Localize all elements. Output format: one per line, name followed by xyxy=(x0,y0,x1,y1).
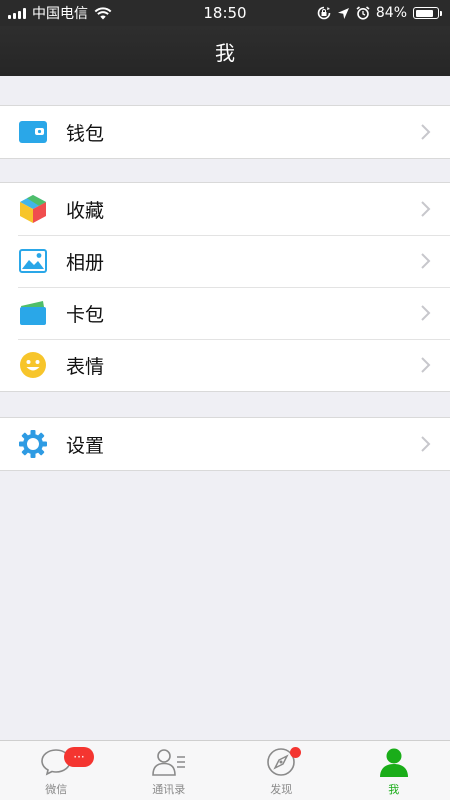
chevron-right-icon xyxy=(421,201,431,217)
page-title: 我 xyxy=(215,40,235,65)
contacts-icon xyxy=(151,745,186,779)
rotation-lock-icon xyxy=(317,6,331,20)
tab-discover[interactable]: 发现 xyxy=(225,741,338,800)
menu-item-wallet[interactable]: 钱包 xyxy=(0,106,450,158)
tab-chats[interactable]: ··· 微信 xyxy=(0,741,113,800)
person-icon xyxy=(377,745,411,779)
group-wallet: 钱包 xyxy=(0,105,450,159)
nav-bar: 我 xyxy=(0,26,450,76)
alarm-icon xyxy=(356,6,370,20)
menu-item-settings[interactable]: 设置 xyxy=(0,418,450,470)
unread-badge: ··· xyxy=(64,747,94,767)
group-features: 收藏 相册 卡包 表情 xyxy=(0,182,450,392)
chevron-right-icon xyxy=(421,253,431,269)
menu-label-favorites: 收藏 xyxy=(66,199,105,222)
new-dot-badge xyxy=(290,747,301,758)
chevron-right-icon xyxy=(421,357,431,373)
tab-me[interactable]: 我 xyxy=(338,741,450,800)
status-bar: 中国电信 18:50 84% xyxy=(0,0,450,26)
chevron-right-icon xyxy=(421,124,431,140)
menu-label-card-pack: 卡包 xyxy=(66,303,105,326)
tab-bar: ··· 微信 通讯录 发现 我 xyxy=(0,740,450,800)
card-pack-icon xyxy=(18,298,48,328)
album-picture-icon xyxy=(18,246,48,276)
tab-contacts[interactable]: 通讯录 xyxy=(113,741,226,800)
carrier-name: 中国电信 xyxy=(32,6,88,22)
location-icon xyxy=(337,7,349,19)
menu-label-settings: 设置 xyxy=(66,434,105,457)
wifi-icon xyxy=(94,6,112,19)
status-right: 84% xyxy=(317,5,442,21)
tab-label-discover: 发现 xyxy=(270,783,293,796)
battery-icon xyxy=(413,7,442,19)
gear-icon xyxy=(18,429,48,459)
tab-label-contacts: 通讯录 xyxy=(152,783,186,796)
menu-label-stickers: 表情 xyxy=(66,355,105,378)
status-left: 中国电信 xyxy=(8,3,112,23)
signal-icon xyxy=(8,7,26,19)
smiley-icon xyxy=(18,350,48,380)
menu-item-card-pack[interactable]: 卡包 xyxy=(0,287,450,339)
menu-label-wallet: 钱包 xyxy=(66,122,105,145)
chevron-right-icon xyxy=(421,305,431,321)
tab-label-chats: 微信 xyxy=(45,783,68,796)
menu-label-album: 相册 xyxy=(66,251,105,274)
wallet-icon xyxy=(18,117,48,147)
favorites-cube-icon xyxy=(18,194,48,224)
chevron-right-icon xyxy=(421,436,431,452)
menu-item-album[interactable]: 相册 xyxy=(0,235,450,287)
battery-percent: 84% xyxy=(375,5,407,21)
group-settings: 设置 xyxy=(0,417,450,471)
tab-label-me: 我 xyxy=(388,783,400,796)
menu-item-stickers[interactable]: 表情 xyxy=(0,339,450,391)
menu-item-favorites[interactable]: 收藏 xyxy=(0,183,450,235)
